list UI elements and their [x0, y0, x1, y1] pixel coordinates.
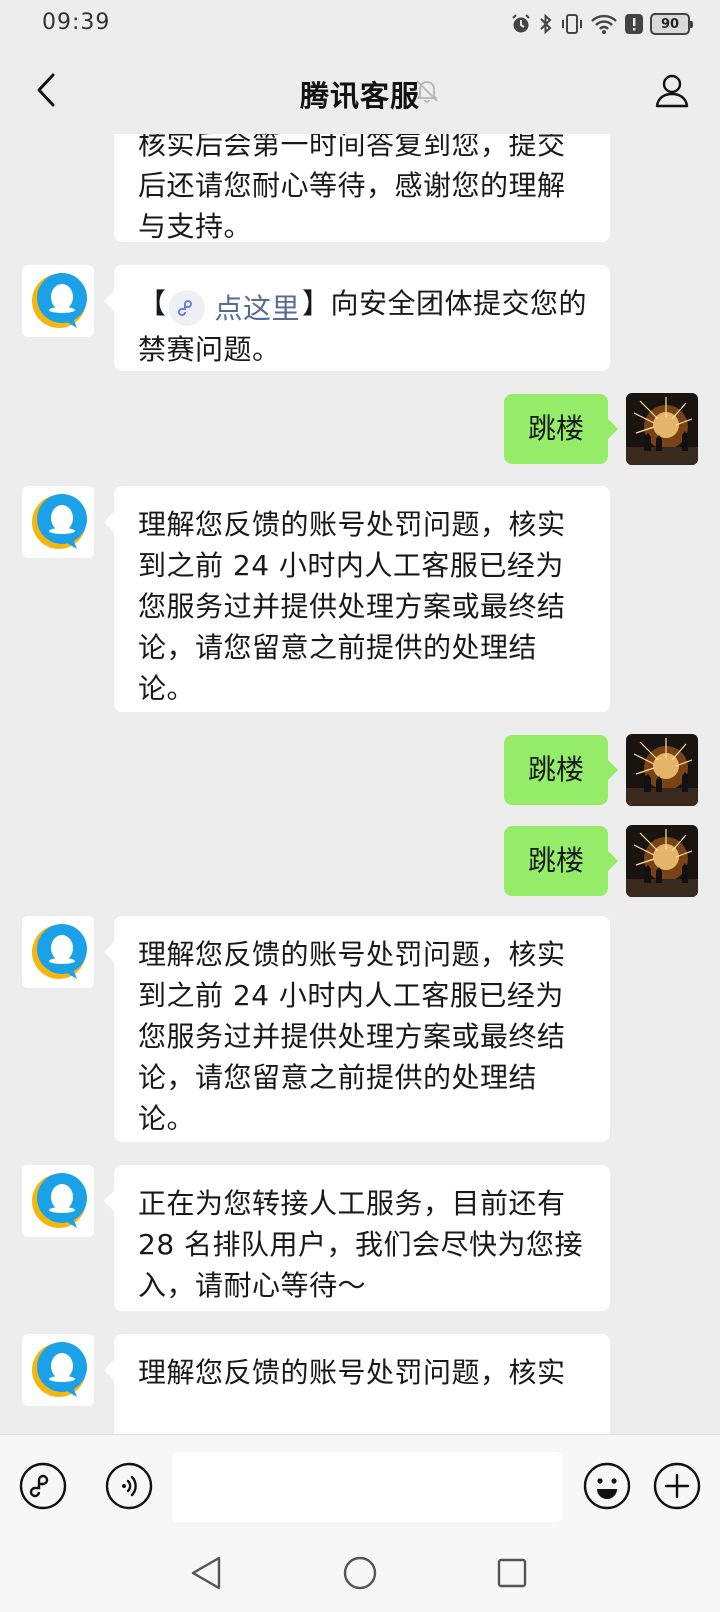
qq-service-logo-icon: [32, 1342, 87, 1397]
bluetooth-icon: [538, 12, 554, 36]
qq-service-logo-icon: [32, 494, 87, 549]
status-bar: 09:39 90: [0, 0, 720, 48]
nav-bar: 腾讯客服: [0, 48, 720, 134]
user-avatar[interactable]: [626, 393, 698, 465]
avatar[interactable]: [22, 486, 94, 558]
system-recents-button[interactable]: [489, 1550, 535, 1596]
user-avatar-photo-icon: [626, 734, 698, 806]
message-bubble[interactable]: 【点这里 】向安全团体提交您的禁赛问题。: [104, 265, 610, 371]
user-avatar[interactable]: [626, 825, 698, 897]
avatar[interactable]: [22, 916, 94, 988]
message-bubble[interactable]: 理解您反馈的账号处罚问题，核实到之前 24 小时内人工客服已经为您服务过并提供处…: [104, 916, 610, 1142]
battery-icon: 90: [650, 13, 693, 35]
mini-program-button[interactable]: [18, 1461, 68, 1511]
qq-service-logo-icon: [32, 924, 87, 979]
message-bubble[interactable]: 核实后会第一时间答复到您，提交后还请您耐心等待，感谢您的理解与支持。: [114, 134, 610, 243]
user-avatar-photo-icon: [626, 393, 698, 465]
plus-button[interactable]: [652, 1461, 702, 1511]
voice-button[interactable]: [104, 1461, 154, 1511]
message-text: 核实后会第一时间答复到您，提交后还请您耐心等待，感谢您的理解与支持。: [138, 134, 566, 243]
bracket-open: 【: [138, 287, 167, 320]
mute-bell-icon: [414, 78, 440, 108]
avatar[interactable]: [22, 265, 94, 337]
message-input[interactable]: [172, 1452, 562, 1522]
message-text: 理解您反馈的账号处罚问题，核实到之前 24 小时内人工客服已经为您服务过并提供处…: [138, 938, 566, 1135]
message-text: 理解您反馈的账号处罚问题，核实: [138, 1356, 566, 1389]
chat-messages[interactable]: 核实后会第一时间答复到您，提交后还请您耐心等待，感谢您的理解与支持。 【点这里】…: [0, 134, 720, 1434]
message-bubble[interactable]: 理解您反馈的账号处罚问题，核实到之前 24 小时内人工客服已经为您服务过并提供处…: [104, 486, 610, 712]
wifi-icon: [590, 13, 618, 35]
emoji-icon: [583, 1462, 631, 1510]
message-bubble-own[interactable]: 跳楼: [503, 826, 619, 896]
system-home-button[interactable]: [337, 1550, 383, 1596]
profile-button[interactable]: [648, 66, 696, 114]
message-text: 正在为您转接人工服务，目前还有 28 名排队用户，我们会尽快为您接入，请耐心等待…: [138, 1187, 584, 1302]
message-bubble-own[interactable]: 跳楼: [503, 735, 619, 805]
qq-service-logo-icon: [32, 1173, 87, 1228]
qq-service-logo-icon: [32, 273, 87, 328]
emoji-button[interactable]: [582, 1461, 632, 1511]
system-navigation-bar: [0, 1534, 720, 1612]
input-bar: [0, 1434, 720, 1534]
nav-recents-icon: [497, 1558, 527, 1588]
message-text: 理解您反馈的账号处罚问题，核实到之前 24 小时内人工客服已经为您服务过并提供处…: [138, 508, 566, 705]
avatar[interactable]: [22, 1165, 94, 1237]
nav-back-icon: [191, 1556, 221, 1590]
link-label[interactable]: 点这里: [215, 288, 301, 329]
plus-icon: [653, 1462, 701, 1510]
message-text: 跳楼: [527, 412, 584, 445]
avatar[interactable]: [22, 1334, 94, 1406]
user-avatar-photo-icon: [626, 825, 698, 897]
alert-icon: [624, 13, 644, 35]
vibrate-icon: [560, 12, 584, 36]
page-title: 腾讯客服: [299, 79, 420, 113]
status-icons: 90: [510, 11, 693, 37]
message-text: 跳楼: [527, 844, 584, 877]
system-back-button[interactable]: [183, 1550, 229, 1596]
nav-home-icon: [343, 1556, 377, 1590]
profile-icon: [655, 74, 689, 108]
user-avatar[interactable]: [626, 734, 698, 806]
status-time: 09:39: [42, 10, 111, 35]
mini-program-link[interactable]: 点这里: [168, 288, 301, 329]
mini-program-icon: [19, 1462, 67, 1510]
link-icon: [168, 290, 205, 326]
voice-icon: [105, 1462, 153, 1510]
message-bubble[interactable]: 理解您反馈的账号处罚问题，核实: [104, 1334, 610, 1434]
alarm-icon: [510, 13, 532, 35]
message-bubble-own[interactable]: 跳楼: [503, 394, 619, 464]
message-bubble[interactable]: 正在为您转接人工服务，目前还有 28 名排队用户，我们会尽快为您接入，请耐心等待…: [104, 1165, 610, 1311]
message-text: 跳楼: [527, 753, 584, 786]
